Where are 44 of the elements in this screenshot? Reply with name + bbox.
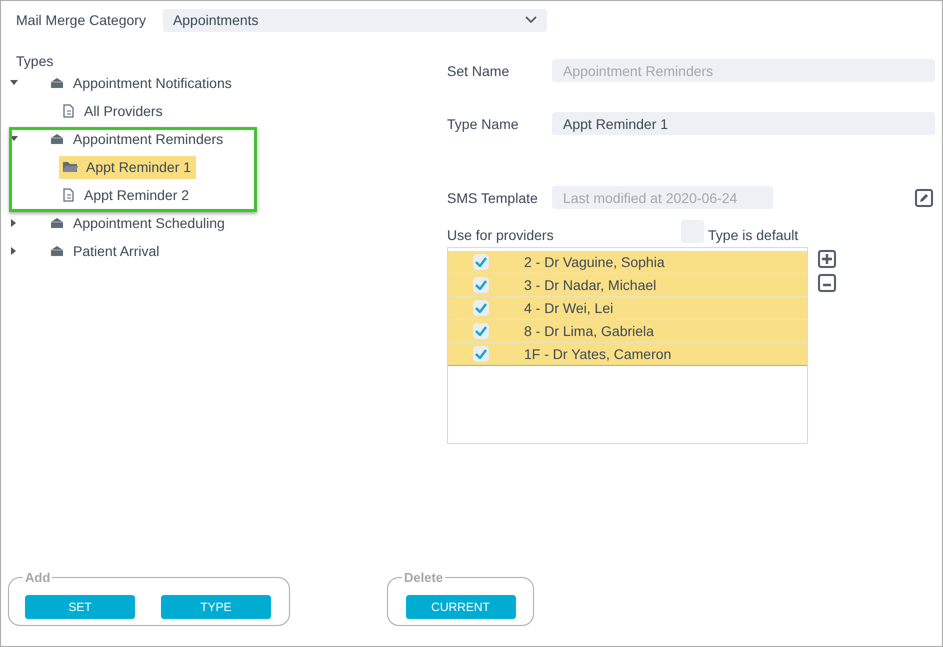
chevron-icon [524,16,537,24]
list-row[interactable]: 4 - Dr Wei, Lei [448,297,807,320]
field-label: Type Name [447,116,520,132]
tree-item[interactable]: Appointment Scheduling [46,212,230,234]
tray-icon [49,217,65,229]
group-legend: Add [23,570,52,585]
edit-icon[interactable] [915,188,933,206]
tray-icon [49,77,65,89]
types-heading: Types [15,53,54,69]
tree-item[interactable]: All Providers [59,100,168,122]
collapse-arrow-icon[interactable] [10,79,18,87]
tray-icon [49,245,65,257]
expand-arrow-icon[interactable] [10,247,18,255]
list-row[interactable]: 8 - Dr Lima, Gabriela [448,320,807,343]
text-field[interactable]: Appointment Reminders [552,59,935,82]
field-label: SMS Template [447,190,539,206]
list-row[interactable]: 3 - Dr Nadar, Michael [448,274,807,297]
document-icon [62,188,76,202]
remove-icon[interactable] [818,274,836,292]
category-label: Mail Merge Category [16,12,146,28]
list-row[interactable]: 2 - Dr Vaguine, Sophia [448,251,807,274]
checkmark-icon[interactable] [475,349,487,359]
document-icon [62,104,76,118]
tree-item[interactable]: Patient Arrival [46,240,164,262]
checkbox-label: Type is default [708,226,798,242]
field-label: Set Name [447,62,510,78]
add-icon[interactable] [818,250,836,268]
group-legend: Delete [402,570,446,585]
category-dropdown[interactable]: Appointments [162,8,547,32]
field-label: Use for providers [447,226,555,242]
checkmark-icon[interactable] [475,326,487,336]
tree-item[interactable]: Appointment Reminders [46,128,228,150]
checkmark-icon[interactable] [475,303,487,313]
tree-item[interactable]: Appt Reminder 1 [59,156,196,178]
checkmark-icon[interactable] [475,280,487,290]
tree-item[interactable]: Appt Reminder 2 [59,184,194,206]
tray-icon [49,133,65,145]
expand-arrow-icon[interactable] [10,219,18,227]
text-field[interactable]: Appt Reminder 1 [552,112,935,135]
checkmark-icon[interactable] [475,257,487,267]
collapse-arrow-icon[interactable] [10,135,18,143]
folder-icon [62,161,78,173]
text-field[interactable]: Last modified at 2020-06-24 [552,186,773,209]
tree-item[interactable]: Appointment Notifications [46,72,237,94]
